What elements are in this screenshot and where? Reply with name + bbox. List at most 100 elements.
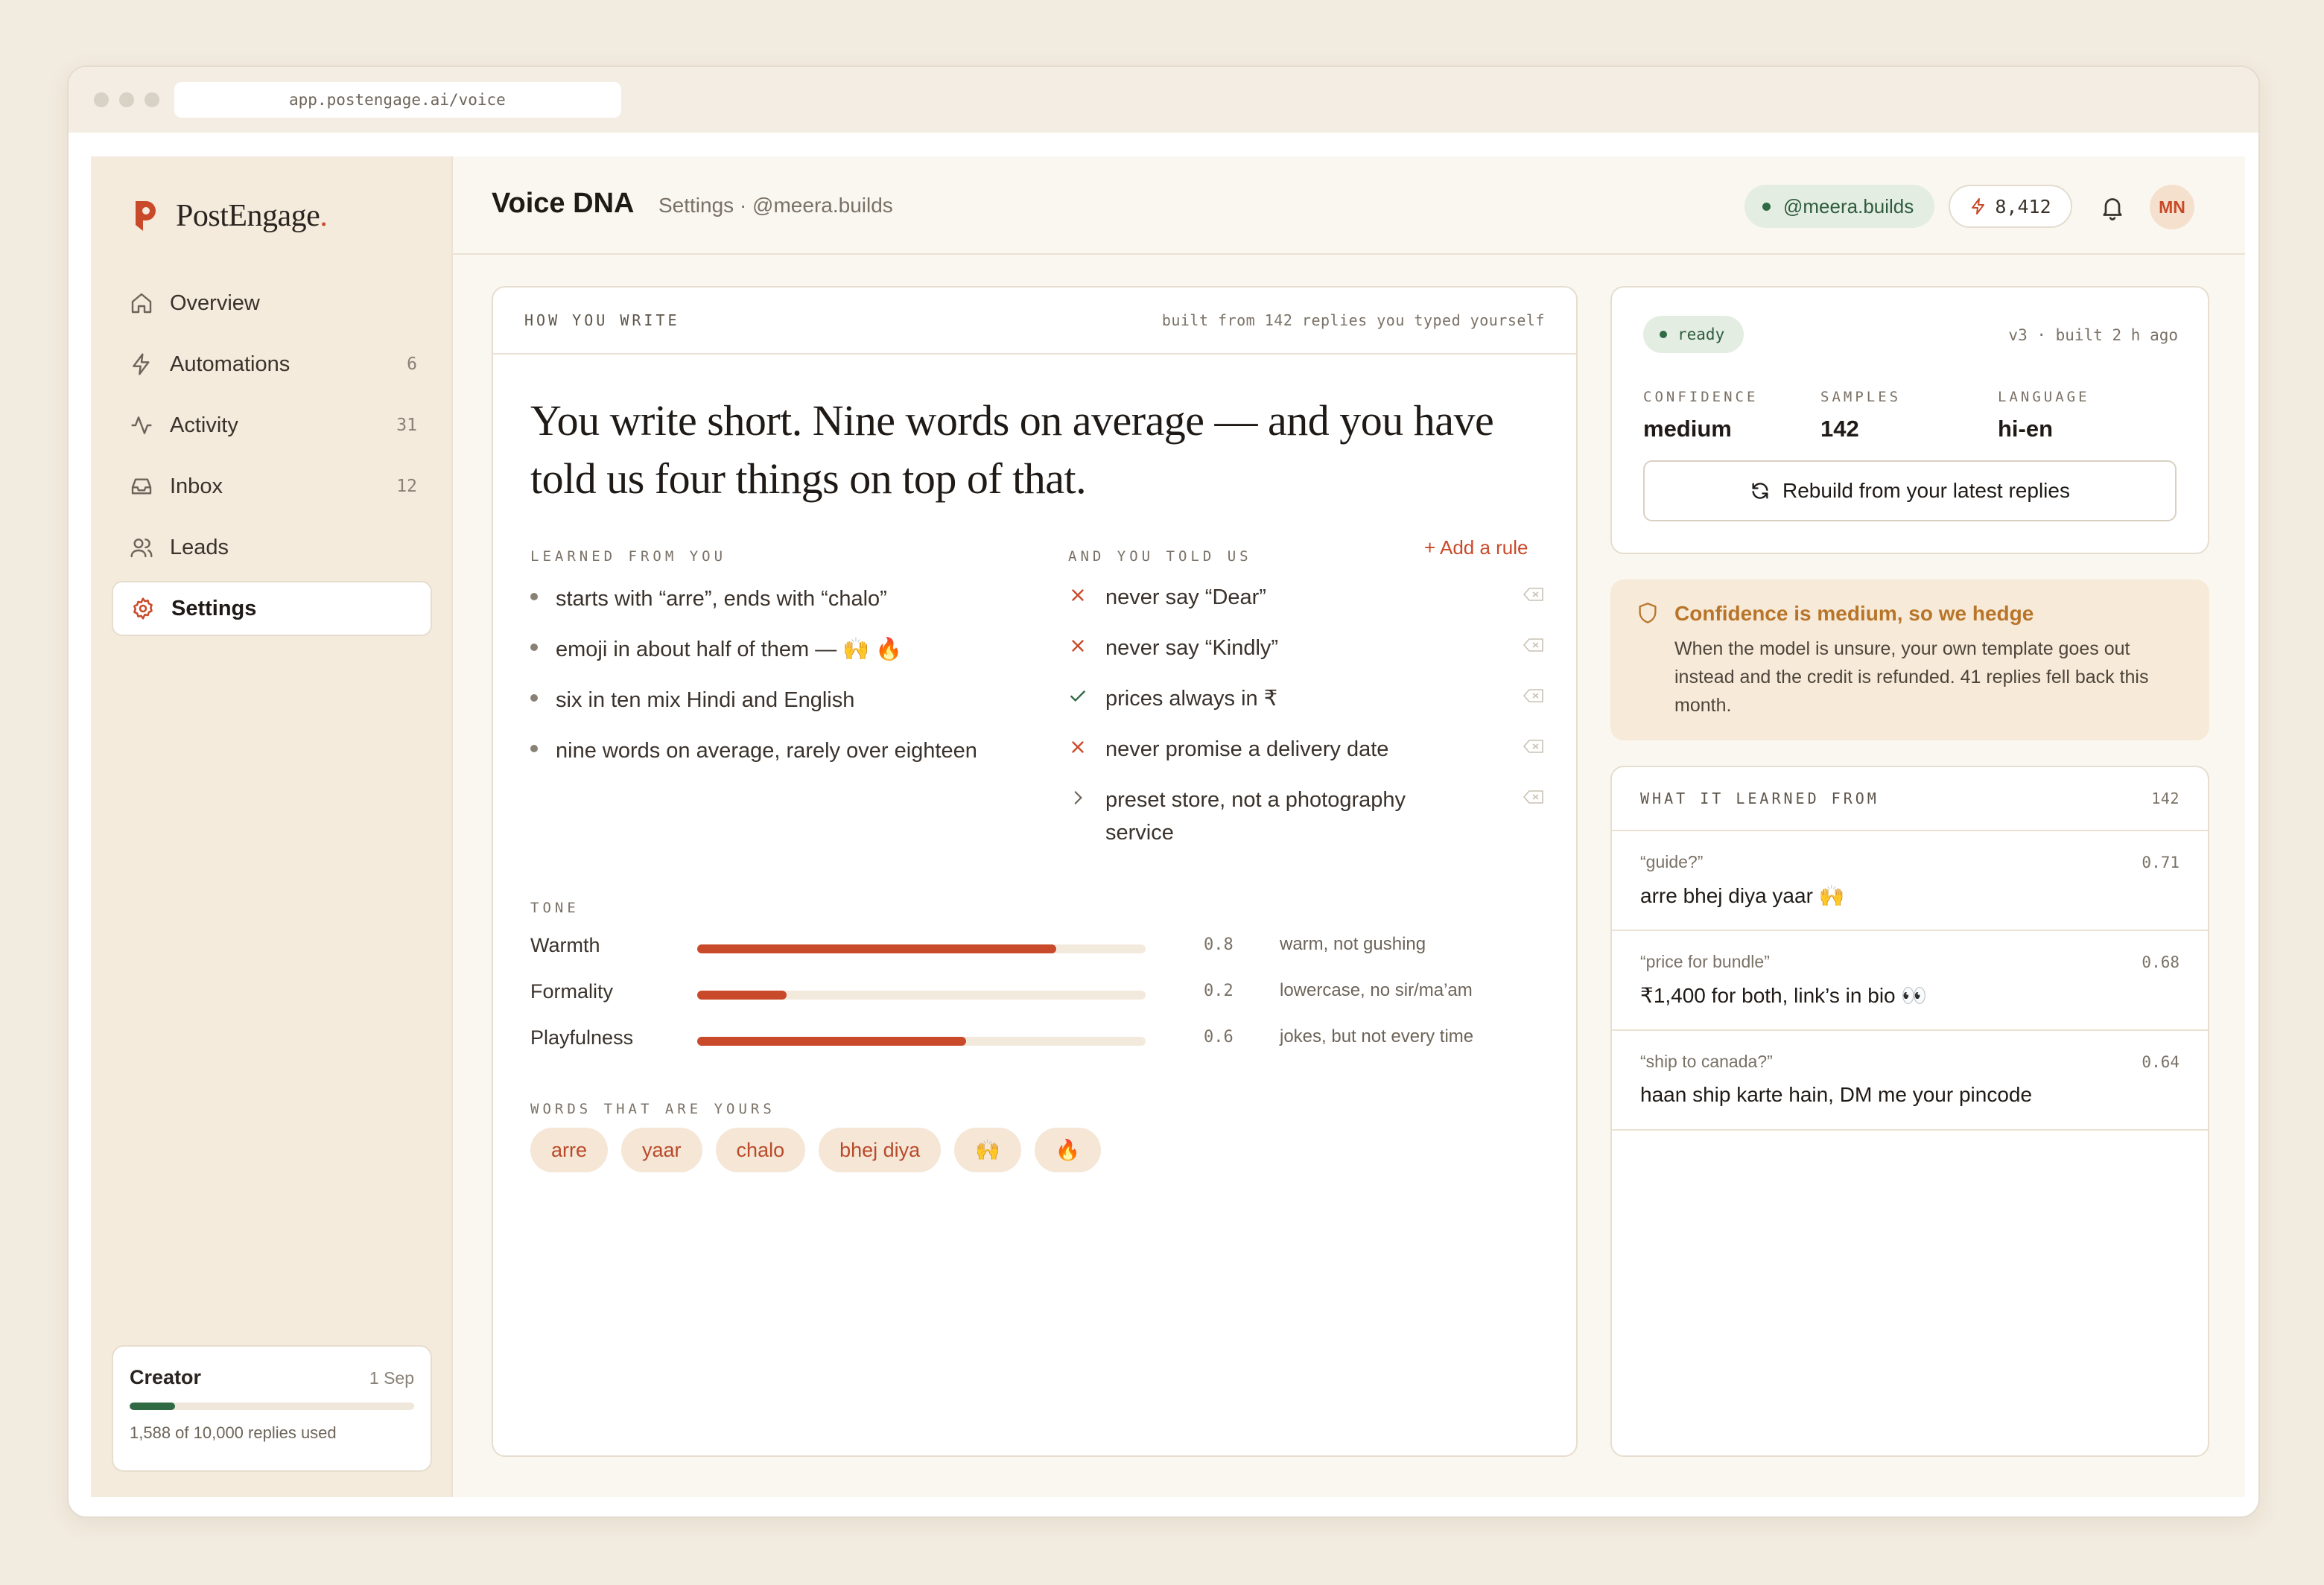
logo-text: PostEngage. [176, 199, 328, 233]
browser-window: app.postengage.ai/voice PostEngage. Over… [67, 66, 2260, 1518]
users-icon [130, 539, 153, 558]
sample-row[interactable]: “ship to canada?” 0.64 haan ship karte h… [1612, 1031, 2208, 1131]
sidebar-item-activity[interactable]: Activity 31 [112, 398, 432, 453]
delete-rule-icon[interactable] [1523, 636, 1545, 654]
sample-reply: ₹1,400 for both, link’s in bio 👀 [1640, 984, 1928, 1007]
status-badge: ready [1643, 316, 1744, 353]
plan-usage-fill [130, 1403, 175, 1410]
tone-bar [697, 1037, 1146, 1046]
rule-item: prices always in ₹ [1068, 682, 1545, 715]
list-item: emoji in about half of them — 🙌 🔥 [530, 635, 1022, 685]
sidebar-item-settings[interactable]: Settings [112, 581, 432, 636]
bolt-icon [1972, 198, 1985, 215]
tone-bar [697, 991, 1146, 1000]
word-chip[interactable]: yaar [621, 1128, 702, 1172]
card-meta: built from 142 replies you typed yoursel… [1161, 311, 1545, 329]
page-title: Voice DNA [492, 188, 635, 219]
language-stat: LANGUAGE hi-en [1998, 389, 2090, 442]
card-title: HOW YOU WRITE [524, 311, 680, 329]
sidebar-nav: Overview Automations 6 Activity 31 Inbox… [112, 276, 432, 642]
stat-label: CONFIDENCE [1643, 389, 1759, 405]
refresh-icon [1752, 483, 1768, 499]
word-chip[interactable]: chalo [715, 1128, 806, 1172]
plan-card[interactable]: Creator 1 Sep 1,588 of 10,000 replies us… [112, 1345, 432, 1472]
plan-renewal-date: 1 Sep [369, 1368, 414, 1388]
plan-usage-bar [130, 1403, 414, 1410]
rebuild-button[interactable]: Rebuild from your latest replies [1643, 460, 2177, 521]
word-chip[interactable]: bhej diya [819, 1128, 942, 1172]
list-item: six in ten mix Hindi and English [530, 685, 1022, 736]
x-icon [1072, 640, 1084, 652]
card-header: HOW YOU WRITE built from 142 replies you… [493, 288, 1576, 355]
confidence-notice: Confidence is medium, so we hedge When t… [1610, 579, 2209, 740]
account-handle-badge[interactable]: @meera.builds [1744, 185, 1935, 228]
stat-label: SAMPLES [1820, 389, 1902, 405]
sample-question: “guide?” [1640, 852, 1704, 871]
bolt-icon [133, 353, 150, 375]
word-chip[interactable]: 🔥 [1034, 1128, 1102, 1172]
sample-count: 142 [2151, 790, 2179, 807]
rule-text: prices always in ₹ [1105, 687, 1278, 711]
sidebar-item-label: Automations [170, 352, 290, 376]
rules-list: never say “Dear” never say “Kindly” pric… [1068, 581, 1545, 867]
words-section-label: WORDS THAT ARE YOURS [530, 1101, 775, 1117]
sidebar-item-inbox[interactable]: Inbox 12 [112, 459, 432, 514]
tone-value: 0.6 [1204, 1028, 1234, 1046]
model-status-card: ready v3 · built 2 h ago CONFIDENCE medi… [1610, 286, 2209, 554]
samples-stat: SAMPLES 142 [1820, 389, 1901, 442]
sample-row[interactable]: “guide?” 0.71 arre bhej diya yaar 🙌 [1612, 831, 2208, 931]
rule-text: preset store, not a photography service [1105, 788, 1406, 845]
sidebar-item-count: 12 [396, 477, 417, 496]
bell-icon[interactable] [2099, 194, 2126, 220]
delete-rule-icon[interactable] [1523, 737, 1545, 755]
rule-item: never say “Dear” [1068, 581, 1545, 614]
browser-chrome: app.postengage.ai/voice [69, 67, 2258, 133]
breadcrumb[interactable]: Settings · @meera.builds [658, 194, 893, 217]
word-chip[interactable]: 🙌 [954, 1128, 1021, 1172]
sidebar-item-count: 31 [396, 416, 417, 435]
rule-item: never say “Kindly” [1068, 632, 1545, 664]
credits-badge[interactable]: 8,412 [1949, 185, 2072, 228]
tone-label: Warmth [530, 934, 600, 956]
window-close-dot[interactable] [94, 92, 109, 107]
sample-score: 0.64 [2142, 1053, 2179, 1071]
tone-bar-fill [697, 944, 1056, 953]
add-rule-button[interactable]: + Add a rule [1424, 536, 1528, 559]
sidebar-item-label: Settings [171, 596, 257, 620]
tone-note: warm, not gushing [1280, 934, 1426, 954]
sample-row[interactable]: “price for bundle” 0.68 ₹1,400 for both,… [1612, 931, 2208, 1031]
word-chips: arre yaar chalo bhej diya 🙌 🔥 [530, 1128, 1102, 1172]
word-chip[interactable]: arre [530, 1128, 609, 1172]
address-bar[interactable]: app.postengage.ai/voice [174, 82, 621, 118]
tone-note: lowercase, no sir/ma’am [1280, 980, 1473, 1000]
sidebar-item-label: Activity [170, 413, 238, 437]
logo[interactable]: PostEngage. [133, 194, 328, 238]
confidence-stat: CONFIDENCE medium [1643, 389, 1758, 442]
notice-title: Confidence is medium, so we hedge [1674, 602, 2034, 625]
avatar[interactable]: MN [2150, 185, 2194, 229]
delete-rule-icon[interactable] [1523, 687, 1545, 705]
tone-label: Formality [530, 980, 614, 1003]
window-zoom-dot[interactable] [145, 92, 159, 107]
sidebar-item-label: Overview [170, 290, 260, 315]
sidebar-item-leads[interactable]: Leads [112, 520, 432, 575]
sidebar-item-label: Inbox [170, 474, 223, 498]
tone-value: 0.2 [1204, 982, 1234, 1000]
sidebar-item-overview[interactable]: Overview [112, 276, 432, 331]
gear-icon [133, 597, 153, 620]
stat-value: 142 [1820, 416, 1859, 442]
window-minimize-dot[interactable] [119, 92, 134, 107]
app: PostEngage. Overview Automations 6 Activ… [91, 156, 2245, 1497]
plan-name: Creator [130, 1366, 202, 1388]
delete-rule-icon[interactable] [1523, 585, 1545, 603]
stat-value: medium [1643, 416, 1732, 442]
logo-mark-icon [136, 201, 156, 231]
sidebar-item-count: 6 [407, 355, 417, 374]
sidebar-item-automations[interactable]: Automations 6 [112, 337, 432, 392]
how-you-write-card: HOW YOU WRITE built from 142 replies you… [492, 286, 1578, 1457]
notice-body: When the model is unsure, your own templ… [1674, 638, 2149, 716]
rules-section-label: AND YOU TOLD US [1068, 548, 1252, 565]
card-header: WHAT IT LEARNED FROM 142 [1612, 767, 2208, 831]
tone-row-playfulness: Playfulness 0.6 jokes, but not every tim… [530, 1026, 1528, 1056]
delete-rule-icon[interactable] [1523, 788, 1545, 806]
